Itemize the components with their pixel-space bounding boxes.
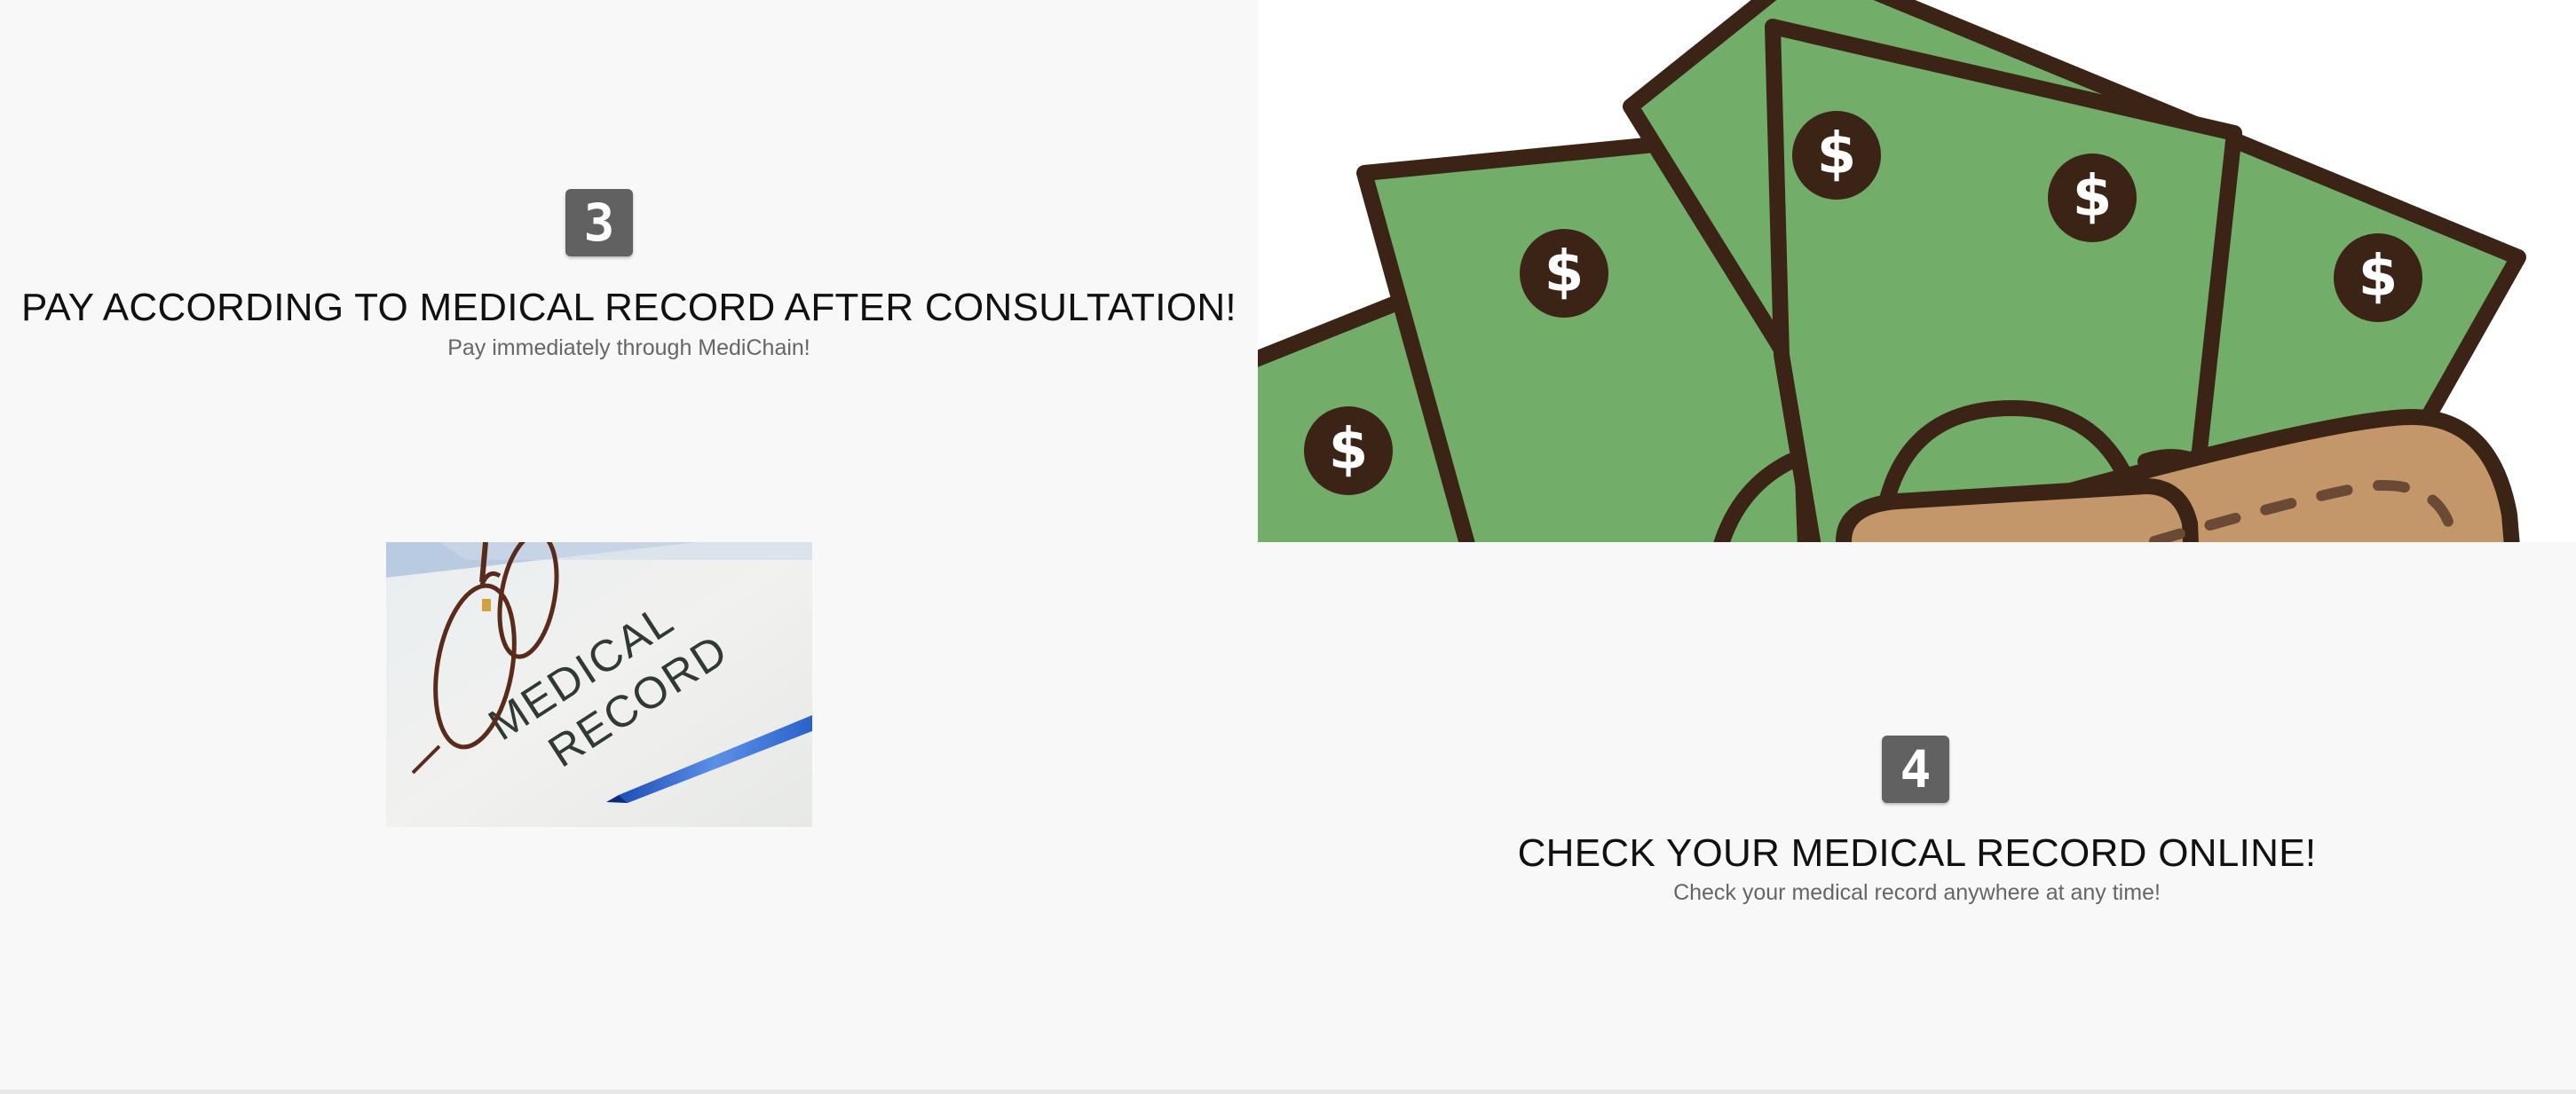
money-wallet-illustration: $ $ $ $ $ (1258, 0, 2526, 542)
step-3-section: 3 PAY ACCORDING TO MEDICAL RECORD AFTER … (0, 0, 1258, 542)
dollar-icon: $ (1792, 111, 1881, 200)
step-number-badge: 3 (565, 189, 633, 256)
medical-record-photo: MEDICAL RECORD (386, 542, 812, 827)
step-subtitle: Check your medical record anywhere at an… (1673, 880, 2161, 905)
dollar-icon: $ (2048, 153, 2137, 242)
svg-text:$: $ (2073, 164, 2113, 230)
dollar-icon: $ (1304, 406, 1393, 495)
step-subtitle: Pay immediately through MediChain! (447, 335, 810, 360)
svg-text:$: $ (1817, 122, 1857, 187)
svg-text:$: $ (1329, 417, 1369, 483)
step-title: CHECK YOUR MEDICAL RECORD ONLINE! (1517, 831, 2317, 875)
step-title: PAY ACCORDING TO MEDICAL RECORD AFTER CO… (21, 286, 1237, 329)
medical-record-photo-section: MEDICAL RECORD (0, 542, 1258, 1090)
dollar-icon: $ (1520, 229, 1608, 318)
dollar-icon: $ (2334, 233, 2422, 322)
page-bottom-divider (0, 1090, 2576, 1094)
step-number-badge: 4 (1882, 736, 1949, 803)
svg-text:$: $ (2359, 244, 2398, 310)
money-illustration-section: $ $ $ $ $ (1258, 0, 2576, 542)
step-4-section: 4 CHECK YOUR MEDICAL RECORD ONLINE! Chec… (1258, 542, 2576, 1090)
svg-text:$: $ (1545, 240, 1584, 305)
